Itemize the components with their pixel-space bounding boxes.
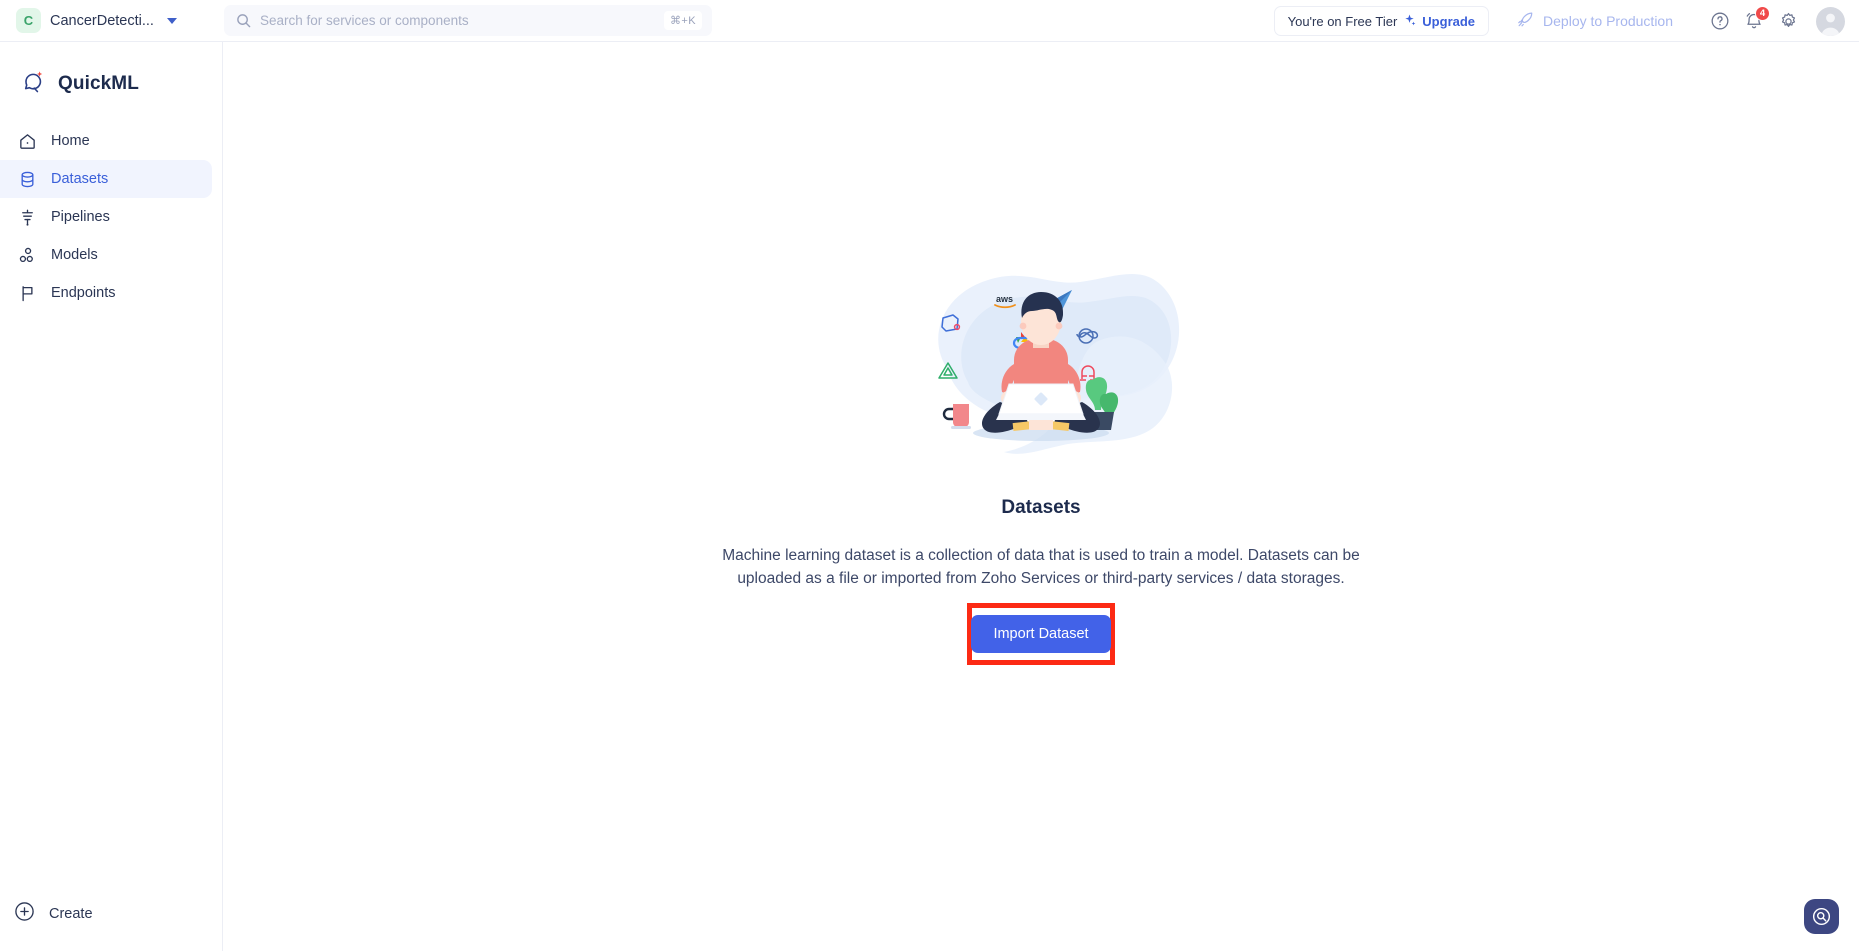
global-search[interactable]: ⌘+K bbox=[224, 5, 712, 36]
user-avatar[interactable] bbox=[1816, 6, 1845, 36]
svg-text:aws: aws bbox=[996, 294, 1013, 304]
sparkle-icon bbox=[1403, 13, 1416, 29]
org-name: CancerDetecti... bbox=[50, 12, 154, 29]
chevron-down-icon[interactable] bbox=[166, 17, 177, 24]
search-icon bbox=[236, 13, 251, 28]
brand-logo[interactable]: QuickML bbox=[0, 42, 222, 104]
sidebar: QuickML Home Datasets Pipelines Models E… bbox=[0, 42, 223, 951]
top-bar: C CancerDetecti... ⌘+K You're on Free Ti… bbox=[0, 0, 1859, 42]
pipeline-funnel-icon bbox=[18, 208, 37, 227]
sidebar-item-label: Datasets bbox=[51, 171, 109, 187]
plus-circle-icon bbox=[14, 901, 35, 927]
flag-icon bbox=[18, 284, 37, 303]
deploy-label: Deploy to Production bbox=[1543, 13, 1673, 29]
notifications-button[interactable]: 4 bbox=[1737, 4, 1771, 38]
brand-name: QuickML bbox=[58, 73, 139, 94]
person-with-laptop-cloud-services-illustration: aws bbox=[896, 252, 1186, 487]
empty-state-description: Machine learning dataset is a collection… bbox=[722, 547, 1360, 587]
database-icon bbox=[18, 170, 37, 189]
top-bar-right-actions: You're on Free Tier Upgrade Deploy to Pr… bbox=[1273, 0, 1845, 42]
rocket-icon bbox=[1517, 11, 1534, 31]
sidebar-item-pipelines[interactable]: Pipelines bbox=[0, 198, 212, 236]
upgrade-link[interactable]: Upgrade bbox=[1422, 14, 1475, 29]
import-dataset-button[interactable]: Import Dataset bbox=[971, 614, 1111, 653]
org-avatar: C bbox=[16, 8, 41, 33]
create-label: Create bbox=[49, 906, 93, 922]
quickml-logo-icon bbox=[21, 69, 47, 100]
tier-label: You're on Free Tier bbox=[1287, 13, 1398, 29]
org-switcher[interactable]: C CancerDetecti... bbox=[0, 0, 191, 42]
import-dataset-cta-wrapper: Import Dataset bbox=[967, 602, 1115, 665]
main-content: aws Datasets Machine learning dataset is… bbox=[223, 42, 1859, 951]
search-input[interactable] bbox=[260, 13, 665, 28]
sidebar-item-endpoints[interactable]: Endpoints bbox=[0, 274, 212, 312]
sidebar-item-label: Endpoints bbox=[51, 285, 116, 301]
notification-count-badge: 4 bbox=[1755, 6, 1770, 21]
sidebar-item-home[interactable]: Home bbox=[0, 122, 212, 160]
page-title: Datasets bbox=[1001, 497, 1081, 518]
search-shortcut-hint: ⌘+K bbox=[664, 11, 702, 30]
free-tier-upgrade-chip[interactable]: You're on Free Tier Upgrade bbox=[1273, 6, 1490, 36]
help-button[interactable] bbox=[1703, 4, 1737, 38]
home-icon bbox=[18, 132, 37, 151]
deploy-to-production-button[interactable]: Deploy to Production bbox=[1507, 6, 1683, 36]
sidebar-nav: Home Datasets Pipelines Models Endpoints bbox=[0, 122, 222, 312]
sidebar-item-label: Models bbox=[51, 247, 98, 263]
create-button[interactable]: Create bbox=[0, 901, 93, 927]
sidebar-item-datasets[interactable]: Datasets bbox=[0, 160, 212, 198]
search-target-fab[interactable] bbox=[1804, 899, 1839, 934]
settings-button[interactable] bbox=[1771, 4, 1805, 38]
sidebar-item-models[interactable]: Models bbox=[0, 236, 212, 274]
sidebar-item-label: Pipelines bbox=[51, 209, 110, 225]
models-nodes-icon bbox=[18, 246, 37, 265]
sidebar-item-label: Home bbox=[51, 133, 90, 149]
